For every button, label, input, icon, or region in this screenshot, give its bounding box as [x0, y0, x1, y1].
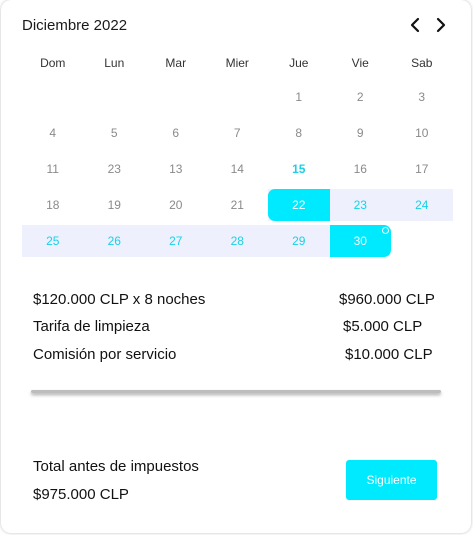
total-label: Total antes de impuestos	[33, 458, 199, 475]
day-cell[interactable]: 29	[268, 225, 330, 257]
nightly-label: $120.000 CLP x 8 noches	[33, 291, 206, 308]
service-fee-label: Comisión por servicio	[33, 346, 177, 363]
day-cell[interactable]: 8	[268, 117, 330, 149]
day-cell[interactable]: 23	[330, 189, 392, 221]
day-cell[interactable]: 9	[330, 117, 392, 149]
weekday-header: Dom Lun Mar Mier Jue Vie Sab	[22, 56, 453, 72]
day-cell[interactable]: 11	[22, 153, 84, 185]
day-cell-start[interactable]: 22	[268, 189, 330, 221]
divider	[31, 390, 441, 393]
weekday-label: Vie	[351, 56, 369, 70]
total-amount: $975.000 CLP	[33, 486, 129, 503]
service-fee-amount: $10.000 CLP	[345, 346, 433, 363]
cleaning-fee-label: Tarifa de limpieza	[33, 318, 150, 335]
calendar-grid: 1 2 3 4 5 6 7 8 9 10 11 23 13 14 15 16 17 18 19 20 21 22 23 24 2…	[22, 81, 453, 261]
weekday-label: Lun	[104, 56, 125, 70]
day-cell[interactable]: 3	[391, 81, 453, 113]
day-cell[interactable]: 2	[330, 81, 392, 113]
nightly-amount: $960.000 CLP	[339, 291, 435, 308]
day-cell[interactable]: 25	[22, 225, 84, 257]
day-cell[interactable]: 5	[84, 117, 146, 149]
day-cell[interactable]: 27	[145, 225, 207, 257]
day-cell[interactable]: 23	[84, 153, 146, 185]
day-cell[interactable]: 6	[145, 117, 207, 149]
day-cell[interactable]: 24	[391, 189, 453, 221]
day-cell-end[interactable]: 30	[329, 225, 391, 257]
day-cell[interactable]: 26	[84, 225, 146, 257]
chevron-left-icon[interactable]	[404, 14, 426, 36]
day-cell[interactable]: 28	[207, 225, 269, 257]
chevron-right-icon[interactable]	[430, 14, 452, 36]
day-cell[interactable]: 21	[207, 189, 269, 221]
weekday-label: Dom	[40, 56, 66, 70]
weekday-label: Mar	[165, 56, 187, 70]
next-button[interactable]: Siguiente	[346, 460, 437, 500]
day-cell[interactable]: 16	[330, 153, 392, 185]
weekday-label: Jue	[289, 56, 309, 70]
day-cell[interactable]: 4	[22, 117, 84, 149]
day-cell-today[interactable]: 15	[268, 153, 330, 185]
day-cell[interactable]: 10	[391, 117, 453, 149]
day-cell[interactable]: 20	[145, 189, 207, 221]
month-title: Diciembre 2022	[22, 17, 128, 34]
weekday-label: Sab	[411, 56, 433, 70]
booking-card: Diciembre 2022 Dom Lun Mar Mier Jue Vie Sab 12…	[1, 0, 471, 533]
weekday-label: Mier	[225, 56, 249, 70]
day-cell[interactable]: 1	[268, 81, 330, 113]
day-cell[interactable]: 18	[22, 189, 84, 221]
day-cell[interactable]: 17	[391, 153, 453, 185]
selected-dot-icon	[382, 227, 389, 234]
day-cell[interactable]: 7	[207, 117, 269, 149]
day-cell[interactable]: 19	[84, 189, 146, 221]
cleaning-fee-amount: $5.000 CLP	[343, 318, 423, 335]
day-cell[interactable]: 14	[207, 153, 269, 185]
day-cell[interactable]: 13	[145, 153, 207, 185]
